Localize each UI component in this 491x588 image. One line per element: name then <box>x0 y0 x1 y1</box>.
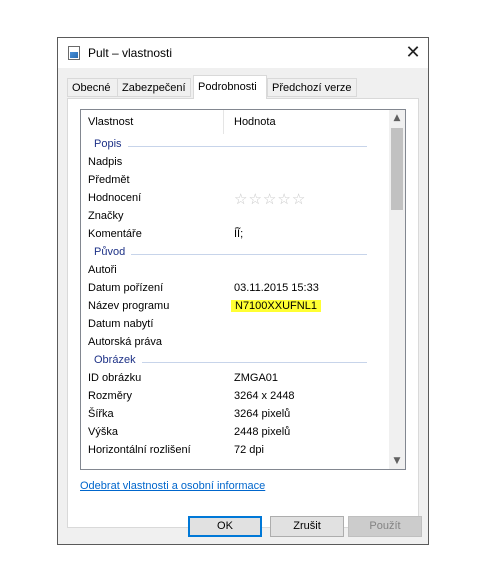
property-name: Název programu <box>88 300 170 312</box>
property-row-copyright[interactable]: Autorská práva <box>81 334 391 352</box>
property-row-image-id[interactable]: ID obrázku ZMGA01 <box>81 370 391 388</box>
title-bar: Pult – vlastnosti ✕ <box>58 38 428 68</box>
property-name: Výška <box>88 426 118 438</box>
properties-dialog: Pult – vlastnosti ✕ Obecné Zabezpečení P… <box>57 37 429 545</box>
group-header-image: Obrázek <box>81 352 391 370</box>
property-name: Nadpis <box>88 156 123 168</box>
property-value: 2448 pixelů <box>234 426 291 438</box>
property-name: Datum nabytí <box>88 318 154 330</box>
tab-previous-versions[interactable]: Předchozí verze <box>267 78 357 97</box>
property-name: Hodnocení <box>88 192 142 204</box>
scroll-down-icon[interactable]: ▼ <box>389 453 405 469</box>
image-file-icon <box>68 46 80 60</box>
group-header-description: Popis <box>81 136 391 154</box>
property-row-rating[interactable]: Hodnocení ☆☆☆☆☆ <box>81 190 391 208</box>
tab-details[interactable]: Podrobnosti <box>193 75 267 99</box>
property-row-horizontal-resolution[interactable]: Horizontální rozlišení 72 dpi <box>81 442 391 460</box>
property-value-highlighted[interactable]: N7100XXUFNL1 <box>231 300 321 312</box>
property-name: ID obrázku <box>88 372 142 384</box>
property-name: Datum pořízení <box>88 282 164 294</box>
star-icon[interactable]: ☆ <box>277 190 291 208</box>
property-row-width[interactable]: Šířka 3264 pixelů <box>81 406 391 424</box>
tab-general[interactable]: Obecné <box>67 78 118 97</box>
star-icon[interactable]: ☆ <box>234 190 248 208</box>
star-icon[interactable]: ☆ <box>248 190 262 208</box>
vertical-scrollbar[interactable]: ▲ ▼ <box>389 110 405 469</box>
property-value: 3264 x 2448 <box>234 390 295 402</box>
property-list[interactable]: Vlastnost Hodnota Popis Nadpis Předmět H… <box>80 109 406 470</box>
property-name: Autorská práva <box>88 336 162 348</box>
scroll-up-icon[interactable]: ▲ <box>389 110 405 126</box>
property-row-subject[interactable]: Předmět <box>81 172 391 190</box>
property-name: Rozměry <box>88 390 133 402</box>
group-label: Obrázek <box>94 354 142 366</box>
property-name: Komentáře <box>88 228 142 240</box>
rating-stars[interactable]: ☆☆☆☆☆ <box>234 190 306 208</box>
property-row-height[interactable]: Výška 2448 pixelů <box>81 424 391 442</box>
window-title: Pult – vlastnosti <box>88 46 173 60</box>
property-name: Předmět <box>88 174 130 186</box>
property-row-tags[interactable]: Značky <box>81 208 391 226</box>
group-divider <box>94 254 367 255</box>
details-panel: Vlastnost Hodnota Popis Nadpis Předmět H… <box>67 98 419 528</box>
property-name: Autoři <box>88 264 117 276</box>
property-row-authors[interactable]: Autoři <box>81 262 391 280</box>
property-row-program-name[interactable]: Název programu N7100XXUFNL1 <box>81 298 391 316</box>
property-value: 03.11.2015 15:33 <box>234 282 319 294</box>
group-label: Původ <box>94 246 132 258</box>
property-row-comments[interactable]: Komentáře ÍĨ; <box>81 226 391 244</box>
star-icon[interactable]: ☆ <box>263 190 277 208</box>
property-row-date-taken[interactable]: Datum pořízení 03.11.2015 15:33 <box>81 280 391 298</box>
property-name: Horizontální rozlišení <box>88 444 191 456</box>
property-row-dimensions[interactable]: Rozměry 3264 x 2448 <box>81 388 391 406</box>
ok-button[interactable]: OK <box>188 516 262 537</box>
remove-properties-link[interactable]: Odebrat vlastnosti a osobní informace <box>80 480 265 492</box>
column-header-value[interactable]: Hodnota <box>224 110 391 134</box>
property-row-date-acquired[interactable]: Datum nabytí <box>81 316 391 334</box>
group-header-origin: Původ <box>81 244 391 262</box>
property-value: 72 dpi <box>234 444 264 456</box>
scrollbar-thumb[interactable] <box>391 128 403 210</box>
property-value[interactable]: ÍĨ; <box>234 228 243 240</box>
property-rows: Popis Nadpis Předmět Hodnocení ☆☆☆☆☆ Zna… <box>81 136 391 460</box>
list-header: Vlastnost Hodnota <box>81 110 391 134</box>
property-name: Šířka <box>88 408 114 420</box>
column-header-property[interactable]: Vlastnost <box>81 110 224 134</box>
group-divider <box>94 146 367 147</box>
property-row-title[interactable]: Nadpis <box>81 154 391 172</box>
cancel-button[interactable]: Zrušit <box>270 516 344 537</box>
close-icon[interactable]: ✕ <box>398 38 428 68</box>
property-value: 3264 pixelů <box>234 408 291 420</box>
tab-security[interactable]: Zabezpečení <box>117 78 191 97</box>
property-value: ZMGA01 <box>234 372 279 384</box>
apply-button[interactable]: Použít <box>348 516 422 537</box>
star-icon[interactable]: ☆ <box>292 190 306 208</box>
group-label: Popis <box>94 138 128 150</box>
property-name: Značky <box>88 210 124 222</box>
